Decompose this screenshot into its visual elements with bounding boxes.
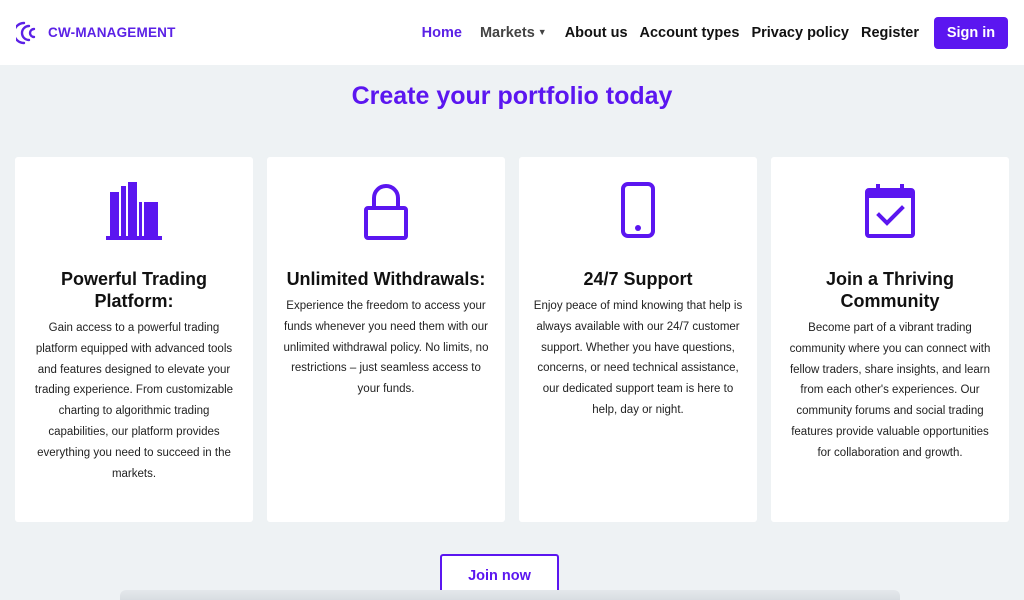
feature-title: Unlimited Withdrawals:: [286, 269, 486, 289]
nav-account-types[interactable]: Account types: [640, 25, 740, 41]
brand-link[interactable]: CW-MANAGEMENT: [16, 20, 176, 46]
feature-description: Experience the freedom to access your fu…: [283, 300, 489, 396]
feature-title: 24/7 Support: [583, 269, 693, 289]
next-section-edge: [120, 590, 900, 600]
feature-description: Enjoy peace of mind knowing that help is…: [533, 300, 743, 416]
brand-name: CW-MANAGEMENT: [48, 25, 176, 40]
feature-title: Powerful Trading Platform:: [60, 269, 207, 311]
feature-card-trading-platform: Powerful Trading Platform: Gain access t…: [15, 157, 253, 522]
lock-icon: [267, 182, 505, 242]
nav-markets-label: Markets: [479, 24, 535, 41]
nav-markets-dropdown[interactable]: Markets ▼: [480, 25, 547, 41]
feature-title: Join a Thriving Community: [825, 269, 954, 311]
caret-down-icon: ▼: [537, 26, 547, 37]
feature-card-support: 24/7 Support Enjoy peace of mind knowing…: [519, 157, 757, 522]
main-nav: Home Markets ▼ About us Account types Pri…: [422, 16, 1008, 49]
nav-register[interactable]: Register: [861, 25, 919, 41]
smartphone-icon: [519, 182, 757, 242]
cw-logo-icon: [16, 20, 42, 46]
sign-in-button[interactable]: Sign in: [934, 16, 1008, 49]
top-navbar: CW-MANAGEMENT Home Markets ▼ About us Acc…: [0, 0, 1024, 65]
nav-about-us[interactable]: About us: [565, 25, 628, 41]
nav-privacy-policy[interactable]: Privacy policy: [751, 25, 849, 41]
feature-description: Gain access to a powerful trading platfo…: [34, 322, 234, 480]
calendar-check-icon: [771, 182, 1009, 242]
feature-card-community: Join a Thriving Community Become part of…: [771, 157, 1009, 522]
nav-home[interactable]: Home: [422, 25, 462, 41]
feature-card-withdrawals: Unlimited Withdrawals: Experience the fr…: [267, 157, 505, 522]
feature-description: Become part of a vibrant trading communi…: [789, 322, 991, 459]
bar-chart-icon: [15, 182, 253, 242]
page-headline: Create your portfolio today: [351, 82, 673, 110]
